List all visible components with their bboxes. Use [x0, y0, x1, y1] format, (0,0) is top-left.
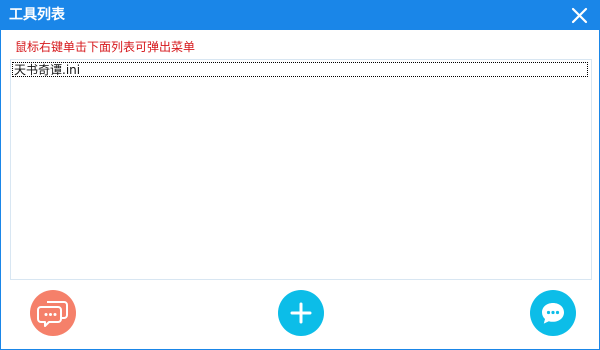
window-title: 工具列表 [9, 7, 65, 23]
chat-icon [542, 303, 564, 324]
feedback-icon [37, 301, 68, 327]
list-item[interactable]: 天书奇谭.ini [12, 62, 588, 77]
add-tool-button[interactable] [278, 290, 324, 336]
tool-list[interactable]: 天书奇谭.ini [10, 59, 592, 280]
close-button[interactable] [570, 6, 589, 25]
tool-list-window: 工具列表 鼠标右键单击下面列表可弹出菜单 天书奇谭.ini [0, 0, 600, 350]
feedback-button[interactable] [30, 290, 76, 336]
context-menu-hint: 鼠标右键单击下面列表可弹出菜单 [15, 40, 196, 54]
close-icon [571, 7, 588, 24]
title-bar[interactable]: 工具列表 [1, 1, 599, 30]
chat-button[interactable] [530, 290, 576, 336]
plus-icon [290, 302, 312, 324]
